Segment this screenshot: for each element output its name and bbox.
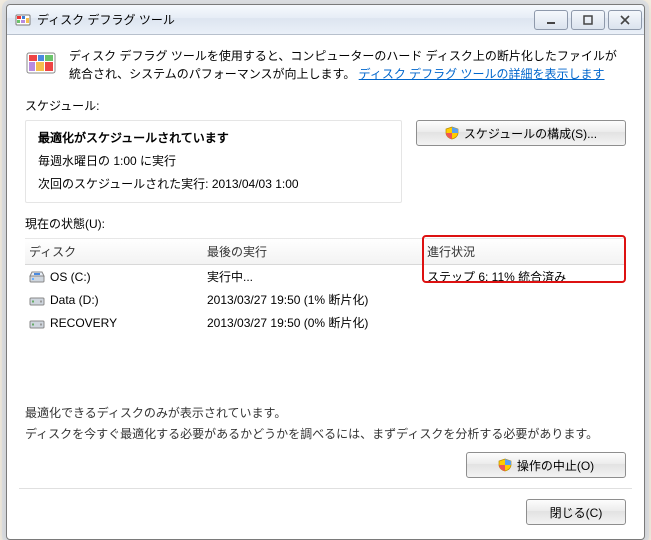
disk-name: RECOVERY: [50, 316, 117, 330]
maximize-button[interactable]: [571, 10, 605, 30]
intro-text: ディスク デフラグ ツールを使用すると、コンピューターのハード ディスク上の断片…: [69, 47, 626, 83]
close-button[interactable]: 閉じる(C): [526, 499, 626, 525]
table-header: ディスク 最後の実行 進行状況: [25, 238, 626, 265]
table-row[interactable]: RECOVERY 2013/03/27 19:50 (0% 断片化): [25, 311, 626, 334]
schedule-label: スケジュール:: [25, 97, 626, 114]
note-line2: ディスクを今すぐ最適化する必要があるかどうかを調べるには、まずディスクを分析する…: [25, 425, 626, 442]
head-last[interactable]: 最後の実行: [207, 243, 427, 260]
minimize-button[interactable]: [534, 10, 568, 30]
disk-name: Data (D:): [50, 293, 99, 307]
defrag-app-icon: [15, 12, 31, 28]
schedule-line1: 毎週水曜日の 1:00 に実行: [38, 152, 389, 169]
head-progress[interactable]: 進行状況: [427, 243, 624, 260]
note-line1: 最適化できるディスクのみが表示されています。: [25, 404, 626, 421]
close-window-button[interactable]: [608, 10, 642, 30]
shield-icon: [445, 126, 459, 140]
disk-icon: [29, 316, 45, 330]
intro-details-link[interactable]: ディスク デフラグ ツールの詳細を表示します: [359, 67, 605, 81]
close-button-row: 閉じる(C): [25, 499, 626, 525]
schedule-heading: 最適化がスケジュールされています: [38, 129, 389, 146]
schedule-section: 最適化がスケジュールされています 毎週水曜日の 1:00 に実行 次回のスケジュ…: [25, 120, 626, 203]
action-button-row: 操作の中止(O): [25, 452, 626, 478]
disk-table: ディスク 最後の実行 進行状況 OS (C:) 実行中...ステップ 6: 11%…: [25, 238, 626, 334]
schedule-info: 最適化がスケジュールされています 毎週水曜日の 1:00 に実行 次回のスケジュ…: [25, 120, 402, 203]
configure-schedule-button[interactable]: スケジュールの構成(S)...: [416, 120, 626, 146]
stop-operation-button[interactable]: 操作の中止(O): [466, 452, 626, 478]
disk-name: OS (C:): [50, 270, 91, 284]
window-controls: [531, 10, 642, 30]
intro: ディスク デフラグ ツールを使用すると、コンピューターのハード ディスク上の断片…: [25, 47, 626, 83]
window-title: ディスク デフラグ ツール: [37, 11, 531, 28]
separator: [19, 488, 632, 489]
stop-operation-label: 操作の中止(O): [517, 457, 594, 474]
schedule-line2: 次回のスケジュールされた実行: 2013/04/03 1:00: [38, 175, 389, 192]
defrag-large-icon: [25, 47, 57, 79]
table-row[interactable]: OS (C:) 実行中...ステップ 6: 11% 統合済み: [25, 265, 626, 288]
last-run: 実行中...: [207, 268, 427, 285]
last-run: 2013/03/27 19:50 (1% 断片化): [207, 291, 427, 308]
progress: ステップ 6: 11% 統合済み: [427, 268, 624, 285]
close-button-label: 閉じる(C): [550, 504, 603, 521]
defrag-window: ディスク デフラグ ツール ディスク デフラグ ツールを使用すると、コンピュータ…: [6, 4, 645, 540]
content-area: ディスク デフラグ ツールを使用すると、コンピューターのハード ディスク上の断片…: [7, 35, 644, 539]
last-run: 2013/03/27 19:50 (0% 断片化): [207, 314, 427, 331]
titlebar: ディスク デフラグ ツール: [7, 5, 644, 35]
disk-icon: [29, 270, 45, 284]
status-label: 現在の状態(U):: [25, 215, 626, 232]
table-row[interactable]: Data (D:) 2013/03/27 19:50 (1% 断片化): [25, 288, 626, 311]
shield-icon: [498, 458, 512, 472]
configure-schedule-label: スケジュールの構成(S)...: [464, 125, 597, 142]
head-disk[interactable]: ディスク: [27, 243, 207, 260]
table-body: OS (C:) 実行中...ステップ 6: 11% 統合済み Data (D:) 20…: [25, 265, 626, 334]
disk-icon: [29, 293, 45, 307]
